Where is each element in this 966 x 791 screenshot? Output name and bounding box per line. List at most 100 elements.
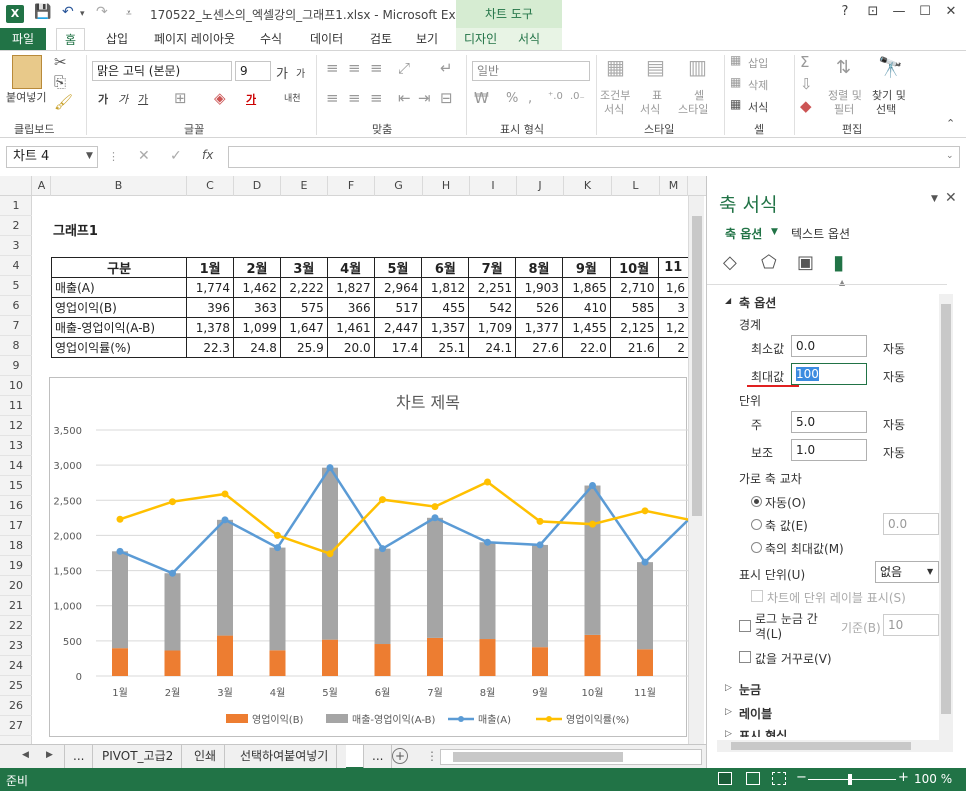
- scroll-left-icon[interactable]: ◀: [22, 750, 29, 760]
- new-sheet-icon[interactable]: +: [392, 748, 408, 764]
- table-cell[interactable]: 1,455: [561, 317, 611, 338]
- expand-icon[interactable]: ▷: [725, 707, 732, 717]
- tab-data[interactable]: 데이터: [302, 28, 351, 50]
- table-cell[interactable]: 1,357: [421, 317, 470, 338]
- table-cell[interactable]: 517: [373, 297, 423, 318]
- row-header[interactable]: 1: [0, 196, 32, 216]
- major-auto[interactable]: 자동: [883, 416, 905, 433]
- row-header[interactable]: 4: [0, 256, 32, 276]
- zoom-in-button[interactable]: +: [898, 770, 909, 785]
- table-cell[interactable]: 영업이익률(%): [50, 337, 188, 358]
- table-cell[interactable]: 22.0: [561, 337, 611, 358]
- save-icon[interactable]: 💾: [34, 4, 51, 20]
- sort-filter-button-2[interactable]: 필터: [834, 101, 854, 117]
- table-cell[interactable]: 526: [515, 297, 563, 318]
- table-header-cell[interactable]: 5월: [373, 257, 423, 278]
- align-bottom-icon[interactable]: ≡: [370, 59, 383, 77]
- min-input[interactable]: 0.0: [791, 335, 867, 357]
- log-scale-label[interactable]: 로그 눈금 간격(L): [755, 612, 825, 642]
- format-as-table-icon[interactable]: ▤: [646, 55, 665, 79]
- enter-icon[interactable]: ✓: [170, 148, 182, 164]
- minor-input[interactable]: 1.0: [791, 439, 867, 461]
- ribbon-display-button[interactable]: ⊡: [860, 4, 886, 19]
- fill-icon[interactable]: ⇩: [800, 75, 813, 93]
- column-header[interactable]: D: [234, 176, 281, 196]
- row-header[interactable]: 25: [0, 676, 32, 696]
- row-header[interactable]: 24: [0, 656, 32, 676]
- merge-center-icon[interactable]: ⊟: [440, 89, 453, 107]
- table-cell[interactable]: 25.9: [279, 337, 328, 358]
- wrap-text-icon[interactable]: ↵: [440, 59, 453, 77]
- scroll-right-icon[interactable]: ▶: [46, 750, 53, 760]
- undo-dropdown-icon[interactable]: ▾: [80, 9, 85, 19]
- table-cell[interactable]: 1,462: [233, 277, 281, 298]
- collapse-ribbon-icon[interactable]: ⌃: [946, 117, 955, 130]
- delete-cells-icon[interactable]: ▦: [730, 75, 741, 89]
- sheet-tab-paste-special[interactable]: 선택하여붙여넣기: [232, 745, 338, 769]
- tab-review[interactable]: 검토: [362, 28, 400, 50]
- currency-icon[interactable]: ₩: [474, 89, 489, 107]
- table-cell[interactable]: 매출-영업이익(A-B): [50, 317, 188, 338]
- column-header[interactable]: B: [51, 176, 187, 196]
- radio-auto-label[interactable]: 자동(O): [765, 494, 806, 511]
- table-cell[interactable]: 1,647: [279, 317, 328, 338]
- sheet-tab-print[interactable]: 인쇄: [186, 745, 226, 769]
- log-scale-checkbox[interactable]: [739, 620, 751, 632]
- tab-format[interactable]: 서식: [510, 28, 562, 50]
- tick-marks-section[interactable]: 눈금: [739, 681, 761, 698]
- row-header[interactable]: 9: [0, 356, 32, 376]
- decrease-decimal-icon[interactable]: .0₋: [570, 91, 585, 102]
- row-header[interactable]: 19: [0, 556, 32, 576]
- find-select-icon[interactable]: 🔭: [878, 55, 903, 79]
- table-cell[interactable]: 21.6: [609, 337, 659, 358]
- table-header-cell[interactable]: 4월: [326, 257, 375, 278]
- table-cell[interactable]: 1,865: [561, 277, 611, 298]
- table-header-cell[interactable]: 구분: [50, 257, 188, 278]
- radio-axis-max-label[interactable]: 축의 최대값(M): [765, 540, 844, 557]
- column-header[interactable]: L: [612, 176, 660, 196]
- number-section[interactable]: 표시 형식: [739, 727, 787, 737]
- table-cell[interactable]: 1,099: [233, 317, 281, 338]
- table-cell[interactable]: 2,251: [468, 277, 517, 298]
- sheet-tab-more-right[interactable]: ...: [364, 745, 393, 769]
- pane-close-icon[interactable]: ✕: [945, 190, 957, 206]
- table-cell[interactable]: 1,709: [468, 317, 517, 338]
- autosum-icon[interactable]: Σ: [800, 53, 809, 71]
- table-cell[interactable]: 3: [657, 297, 688, 318]
- italic-button[interactable]: 가: [118, 91, 128, 107]
- table-cell[interactable]: 2,125: [609, 317, 659, 338]
- table-cell[interactable]: 410: [561, 297, 611, 318]
- axis-value-input[interactable]: 0.0: [883, 513, 939, 535]
- row-header[interactable]: 20: [0, 576, 32, 596]
- row-header[interactable]: 15: [0, 476, 32, 496]
- column-header[interactable]: H: [423, 176, 470, 196]
- sheet-tab-pivot[interactable]: PIVOT_고급2: [94, 745, 183, 769]
- fill-line-icon[interactable]: ◇: [723, 252, 737, 273]
- radio-axis-value[interactable]: [751, 519, 762, 530]
- align-middle-icon[interactable]: ≡: [348, 59, 361, 77]
- table-header-cell[interactable]: 11: [657, 257, 688, 278]
- select-all-corner[interactable]: [0, 176, 32, 196]
- comma-button[interactable]: ,: [528, 91, 532, 106]
- row-header[interactable]: 3: [0, 236, 32, 256]
- table-cell[interactable]: 20.0: [326, 337, 375, 358]
- formula-input[interactable]: [228, 146, 960, 168]
- show-units-checkbox[interactable]: [751, 590, 763, 602]
- table-cell[interactable]: 25.1: [421, 337, 470, 358]
- table-cell[interactable]: 2: [657, 337, 688, 358]
- radio-axis-max[interactable]: [751, 542, 762, 553]
- table-header-cell[interactable]: 1월: [186, 257, 235, 278]
- column-header[interactable]: G: [375, 176, 423, 196]
- phonetic-button[interactable]: 내천: [284, 91, 301, 104]
- align-left-icon[interactable]: ≡: [326, 89, 339, 107]
- normal-view-icon[interactable]: [718, 772, 732, 785]
- border-icon[interactable]: ⊞: [174, 89, 187, 107]
- scrollbar-thumb[interactable]: [453, 752, 623, 762]
- table-cell[interactable]: 24.1: [468, 337, 517, 358]
- format-cells-button[interactable]: 서식: [748, 99, 768, 115]
- axis-options-dropdown-icon[interactable]: ▼: [771, 227, 778, 237]
- radio-axis-value-label[interactable]: 축 값(E): [765, 517, 808, 534]
- name-box-dropdown-icon[interactable]: ▼: [86, 151, 93, 161]
- customize-qat-icon[interactable]: ⩡: [126, 8, 132, 19]
- indent-increase-icon[interactable]: ⇥: [418, 89, 431, 107]
